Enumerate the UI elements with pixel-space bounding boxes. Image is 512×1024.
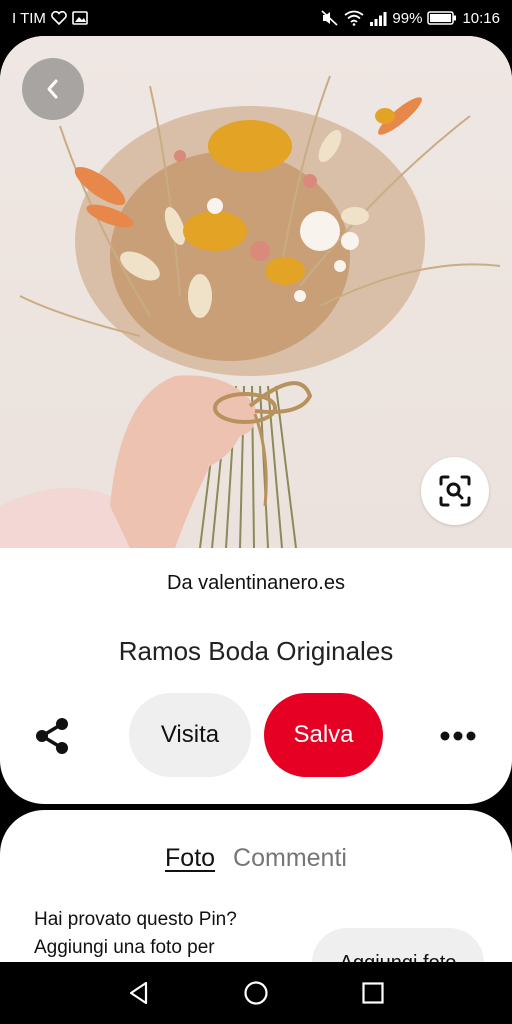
triangle-back-icon	[128, 981, 150, 1005]
nav-back-button[interactable]	[119, 973, 159, 1013]
more-dots-icon	[440, 731, 476, 741]
clock: 10:16	[462, 9, 500, 27]
pin-title: Ramos Boda Originales	[118, 636, 394, 666]
nav-home-button[interactable]	[236, 973, 276, 1013]
battery-icon	[427, 11, 457, 25]
system-nav-bar	[0, 962, 512, 1024]
wifi-icon	[344, 10, 364, 26]
chevron-left-icon	[44, 78, 62, 100]
square-recents-icon	[361, 981, 385, 1005]
prompt-line-2: Aggiungi una foto per	[34, 937, 215, 958]
battery-percent: 99%	[392, 9, 423, 27]
share-button[interactable]	[30, 714, 74, 758]
status-right: 99% 10:16	[321, 10, 500, 27]
tab-photo[interactable]: Foto	[165, 844, 215, 873]
tried-pin-prompt: Hai provato questo Pin? Aggiungi una fot…	[34, 906, 304, 962]
gallery-notification-icon	[72, 11, 88, 25]
circle-home-icon	[243, 980, 269, 1006]
pin-card: Da valentinanero.es Ramos Boda Originale…	[0, 36, 512, 804]
visual-search-button[interactable]	[421, 457, 489, 525]
source-prefix: Da	[167, 572, 193, 594]
carrier-label: I TIM	[12, 9, 46, 27]
tabs: Foto Commenti	[0, 844, 512, 873]
back-button[interactable]	[22, 58, 84, 120]
signal-icon	[369, 11, 387, 26]
status-bar: I TIM 99% 10:16	[0, 0, 512, 36]
prompt-line-1: Hai provato questo Pin?	[34, 909, 237, 930]
visit-button[interactable]: Visita	[129, 693, 251, 777]
source-line[interactable]: Da valentinanero.es	[0, 572, 512, 595]
save-button[interactable]: Salva	[264, 693, 383, 777]
visual-search-icon	[438, 474, 472, 508]
pin-image[interactable]	[0, 36, 512, 548]
share-icon	[34, 717, 70, 755]
source-domain[interactable]: valentinanero.es	[198, 572, 345, 594]
nav-recents-button[interactable]	[353, 973, 393, 1013]
tab-comments[interactable]: Commenti	[233, 844, 347, 873]
status-left: I TIM	[12, 10, 88, 27]
mute-icon	[321, 10, 339, 26]
more-options-button[interactable]	[434, 716, 482, 756]
heart-notification-icon	[51, 11, 67, 25]
